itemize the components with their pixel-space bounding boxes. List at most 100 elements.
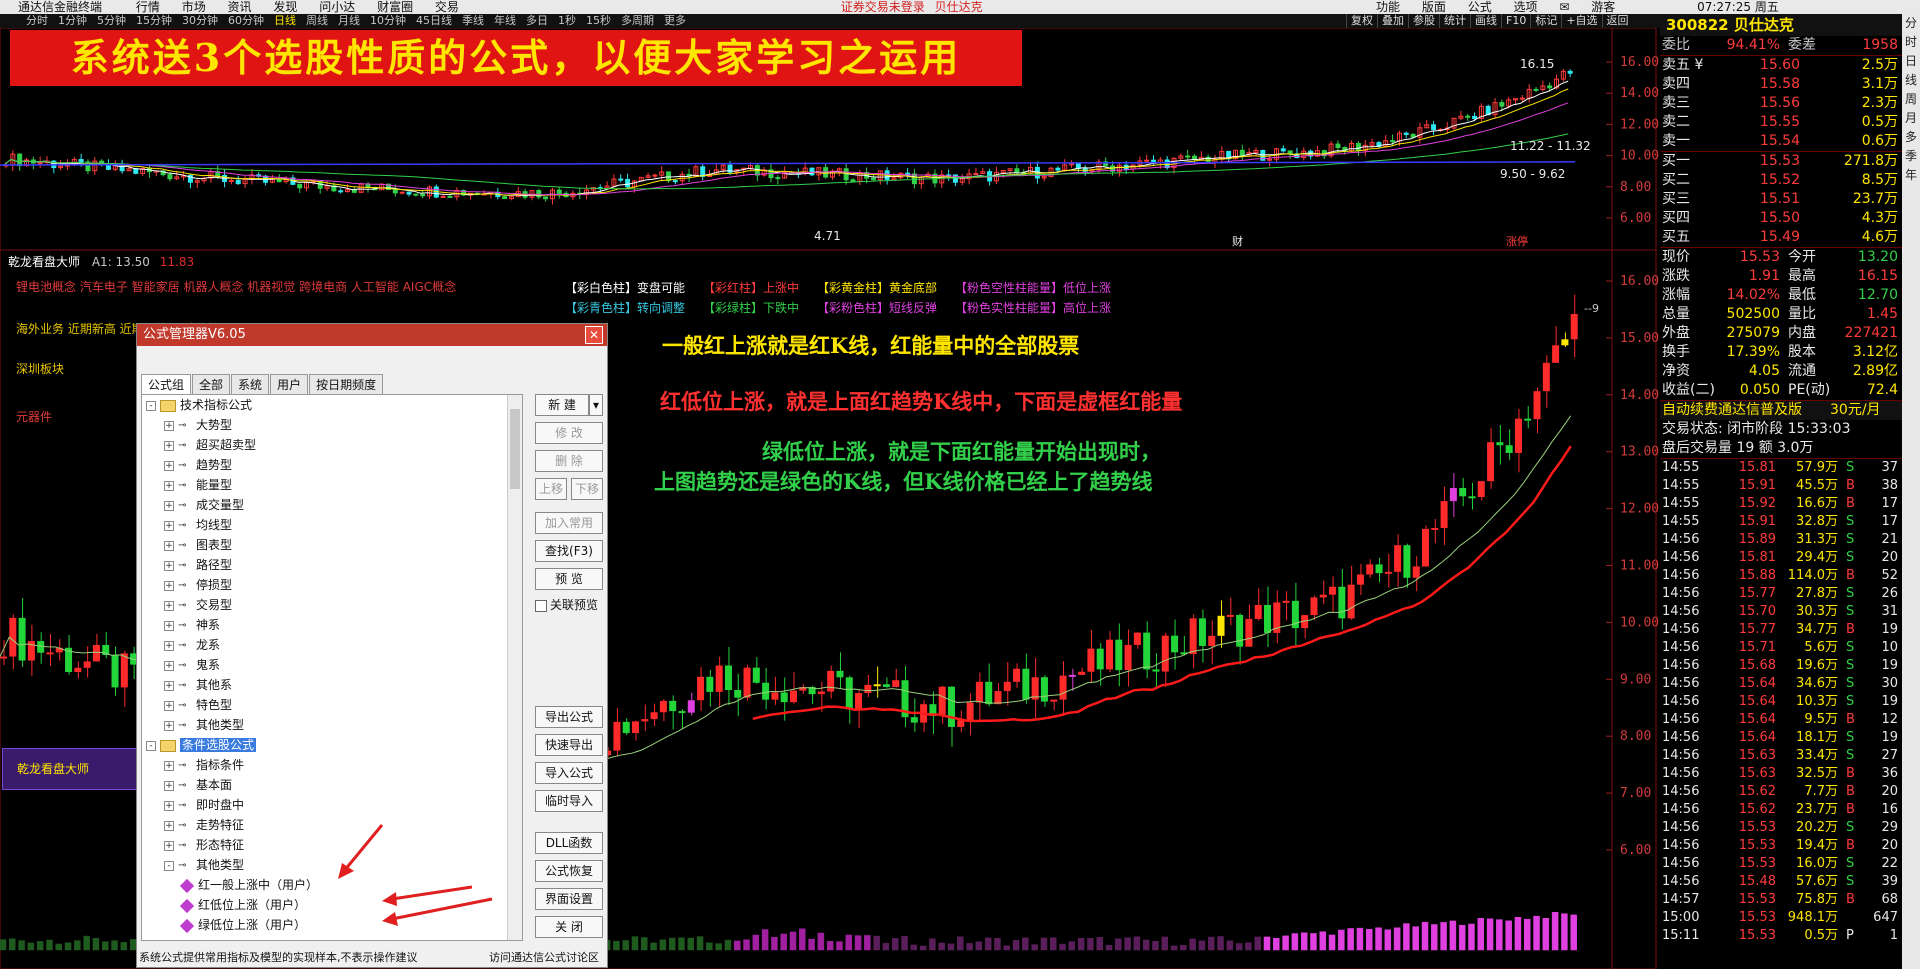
menu-func[interactable]: 功能: [1376, 0, 1400, 14]
expand-icon[interactable]: +: [164, 460, 174, 471]
period-tab[interactable]: 15分钟: [136, 14, 172, 27]
expand-icon[interactable]: +: [164, 580, 174, 591]
forum-link[interactable]: 访问通达信公式讨论区: [489, 949, 599, 965]
new-dropdown-icon[interactable]: ▾: [589, 394, 603, 416]
dialog-titlebar[interactable]: 公式管理器V6.05 ✕: [137, 324, 607, 346]
ui-settings-button[interactable]: 界面设置: [535, 888, 603, 910]
menu-item[interactable]: 财富圈: [377, 0, 413, 14]
indicator-name[interactable]: 乾龙看盘大师: [8, 255, 80, 269]
expand-icon[interactable]: +: [164, 700, 174, 711]
tree-node[interactable]: + ⊸ 图表型: [142, 535, 522, 555]
tree-node[interactable]: + ⊸ 交易型: [142, 595, 522, 615]
expand-icon[interactable]: +: [164, 540, 174, 551]
expand-icon[interactable]: +: [164, 600, 174, 611]
temp-import-button[interactable]: 临时导入: [535, 790, 603, 812]
tree-node[interactable]: + ⊸ 指标条件: [142, 755, 522, 775]
period-tab[interactable]: 60分钟: [228, 14, 264, 27]
close-icon[interactable]: ✕: [585, 326, 603, 344]
period-tab[interactable]: 30分钟: [182, 14, 218, 27]
tree-node[interactable]: + ⊸ 基本面: [142, 775, 522, 795]
tree-node[interactable]: + ⊸ 鬼系: [142, 655, 522, 675]
login-notice[interactable]: 证券交易未登录: [841, 0, 925, 14]
ask-row[interactable]: 卖三 15.56 2.3万: [1660, 94, 1902, 113]
tree-node[interactable]: + ⊸ 神系: [142, 615, 522, 635]
tree-node[interactable]: - 技术指标公式: [142, 395, 522, 415]
tree-node[interactable]: - 条件选股公式: [142, 735, 522, 755]
bid-row[interactable]: 买一 15.53 271.8万: [1660, 152, 1902, 171]
mail-icon[interactable]: ✉: [1559, 0, 1569, 14]
menu-item[interactable]: 资讯: [228, 0, 252, 14]
ask-row[interactable]: 卖五 ¥ 15.60 2.5万: [1660, 56, 1902, 75]
tree-node[interactable]: + ⊸ 均线型: [142, 515, 522, 535]
ask-row[interactable]: 卖一 15.54 0.6万: [1660, 132, 1902, 151]
menu-options[interactable]: 选项: [1514, 0, 1538, 14]
formula-tree[interactable]: - 技术指标公式 + ⊸ 大势型 + ⊸ 超买超卖型 + ⊸ 趋势型 + ⊸ 能量型 + ⊸ 成交量型 + ⊸ 均线型…: [141, 394, 523, 941]
sidebar-period[interactable]: 年: [1902, 166, 1920, 185]
period-tab[interactable]: 多日: [526, 14, 548, 27]
toolbar-button[interactable]: 参股: [1408, 14, 1439, 28]
sidebar-period[interactable]: 多: [1902, 128, 1920, 147]
expand-icon[interactable]: +: [164, 840, 174, 851]
sidebar-period[interactable]: 线: [1902, 71, 1920, 90]
expand-icon[interactable]: +: [164, 480, 174, 491]
restore-button[interactable]: 公式恢复: [535, 860, 603, 882]
expand-icon[interactable]: +: [164, 660, 174, 671]
period-tab[interactable]: 5分钟: [97, 14, 126, 27]
expand-icon[interactable]: +: [164, 640, 174, 651]
new-button[interactable]: 新 建: [535, 394, 589, 416]
tree-node[interactable]: + ⊸ 超买超卖型: [142, 435, 522, 455]
period-tab[interactable]: 分时: [26, 14, 48, 27]
tick-list[interactable]: 14:55 15.81 57.9万 S 37 14:55 15.91 45.5万 B 38 14:5…: [1660, 458, 1902, 945]
sidebar-period[interactable]: 分: [1902, 14, 1920, 33]
delete-button[interactable]: 删 除: [535, 450, 603, 472]
period-tab[interactable]: 45日线: [416, 14, 452, 27]
import-button[interactable]: 导入公式: [535, 762, 603, 784]
expand-icon[interactable]: +: [164, 760, 174, 771]
expand-icon[interactable]: +: [164, 780, 174, 791]
quick-export-button[interactable]: 快速导出: [535, 734, 603, 756]
toolbar-button[interactable]: 画线: [1470, 14, 1501, 28]
bid-row[interactable]: 买五 15.49 4.6万: [1660, 228, 1902, 247]
period-tab[interactable]: 年线: [494, 14, 516, 27]
sidebar-period[interactable]: 月: [1902, 109, 1920, 128]
tree-node[interactable]: + ⊸ 停损型: [142, 575, 522, 595]
tree-node[interactable]: + ⊸ 趋势型: [142, 455, 522, 475]
tree-node[interactable]: + ⊸ 大势型: [142, 415, 522, 435]
sidebar-period[interactable]: 时: [1902, 33, 1920, 52]
expand-icon[interactable]: -: [164, 860, 174, 871]
menu-item[interactable]: 发现: [273, 0, 297, 14]
expand-icon[interactable]: +: [164, 680, 174, 691]
sidebar-period[interactable]: 季: [1902, 147, 1920, 166]
dialog-tab[interactable]: 用户: [270, 374, 309, 394]
tree-node[interactable]: + ⊸ 其他类型: [142, 715, 522, 735]
stock-header[interactable]: 300822 贝仕达克: [1660, 14, 1902, 36]
menu-item[interactable]: 市场: [182, 0, 206, 14]
expand-icon[interactable]: +: [164, 500, 174, 511]
toolbar-button[interactable]: 标记: [1530, 14, 1561, 28]
expand-icon[interactable]: +: [164, 520, 174, 531]
ask-row[interactable]: 卖二 15.55 0.5万: [1660, 113, 1902, 132]
tree-node[interactable]: + ⊸ 龙系: [142, 635, 522, 655]
tree-node[interactable]: + ⊸ 其他系: [142, 675, 522, 695]
period-tab[interactable]: 日线: [274, 14, 296, 27]
period-tab[interactable]: 月线: [338, 14, 360, 27]
toolbar-button[interactable]: 复权: [1346, 14, 1377, 28]
tree-node[interactable]: + ⊸ 能量型: [142, 475, 522, 495]
expand-icon[interactable]: +: [164, 800, 174, 811]
dialog-tab[interactable]: 系统: [231, 374, 270, 394]
expand-icon[interactable]: +: [164, 440, 174, 451]
menu-layout[interactable]: 版面: [1422, 0, 1446, 14]
toolbar-button[interactable]: 统计: [1439, 14, 1470, 28]
menu-item[interactable]: 行情: [136, 0, 160, 14]
menu-guest[interactable]: 游客: [1591, 0, 1615, 14]
bid-row[interactable]: 买二 15.52 8.5万: [1660, 171, 1902, 190]
expand-icon[interactable]: +: [164, 820, 174, 831]
period-tab[interactable]: 1分钟: [58, 14, 87, 27]
toolbar-button[interactable]: 返回: [1601, 14, 1633, 28]
move-up-button[interactable]: 上移: [535, 478, 567, 500]
add-common-button[interactable]: 加入常用: [535, 512, 603, 534]
close-button[interactable]: 关 闭: [535, 916, 603, 938]
expand-icon[interactable]: +: [164, 560, 174, 571]
collapse-icon[interactable]: -: [146, 400, 156, 411]
linked-preview-checkbox[interactable]: 关联预览: [535, 596, 598, 613]
